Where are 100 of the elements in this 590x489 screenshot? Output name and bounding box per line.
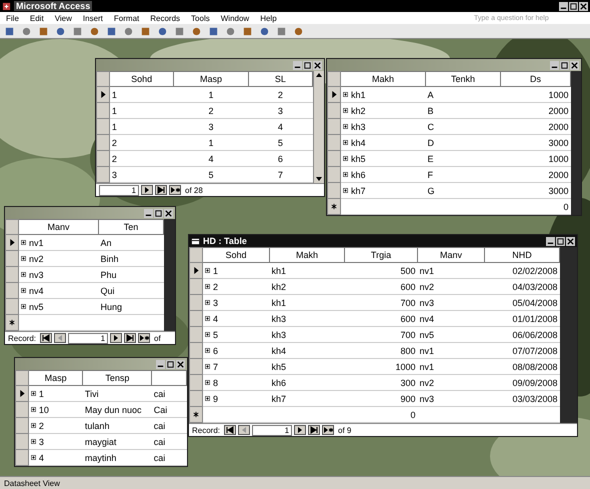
menu-item[interactable]: Window (220, 14, 250, 22)
close-icon[interactable] (579, 2, 588, 10)
close-icon[interactable] (566, 236, 575, 246)
cell-text: kh7 (272, 394, 286, 404)
record-number-field[interactable]: 1 (252, 424, 292, 436)
last-record-button[interactable] (124, 333, 136, 343)
expand-icon[interactable] (205, 396, 210, 402)
column-header[interactable]: Manv (18, 220, 98, 234)
column-header[interactable]: Makh (270, 248, 344, 262)
menu-item[interactable]: Edit (30, 14, 44, 22)
maximize-icon[interactable] (556, 236, 565, 246)
row-selector[interactable] (190, 406, 202, 422)
expand-icon[interactable] (343, 92, 348, 98)
maximize-icon[interactable] (560, 60, 569, 70)
expand-icon[interactable] (205, 332, 210, 338)
expand-icon[interactable] (21, 288, 26, 294)
expand-icon[interactable] (343, 172, 348, 178)
expand-icon[interactable] (205, 316, 210, 322)
column-header[interactable]: Makh (340, 72, 426, 86)
new-record-button[interactable] (138, 333, 150, 343)
maximize-icon[interactable] (303, 60, 312, 70)
previous-record-button[interactable] (54, 333, 66, 343)
minimize-icon[interactable] (546, 236, 555, 246)
row-selector[interactable] (6, 314, 18, 330)
next-record-button[interactable] (294, 425, 306, 435)
current-row-icon (331, 90, 337, 98)
column-header[interactable]: Ten (98, 220, 164, 234)
previous-record-button[interactable] (238, 425, 250, 435)
cell-text: nv3 (29, 270, 44, 280)
minimize-icon[interactable] (293, 60, 302, 70)
cell-text: kh7 (351, 186, 366, 196)
new-record-button[interactable] (322, 425, 334, 435)
expand-icon[interactable] (343, 188, 348, 194)
column-header[interactable]: Ds (500, 72, 570, 86)
expand-icon[interactable] (205, 268, 210, 274)
maximize-icon[interactable] (154, 208, 163, 218)
row-selector[interactable] (328, 198, 340, 214)
row-selector[interactable] (6, 234, 18, 250)
row-selector[interactable] (16, 386, 28, 402)
expand-icon[interactable] (205, 284, 210, 290)
expand-icon[interactable] (30, 423, 36, 428)
row-selector[interactable] (190, 262, 202, 278)
menu-item[interactable]: Format (114, 14, 140, 22)
first-record-button[interactable] (224, 425, 236, 435)
row-selector[interactable] (328, 86, 340, 102)
column-header[interactable]: SL (248, 72, 312, 86)
next-record-button[interactable] (141, 185, 153, 195)
maximize-icon[interactable] (569, 2, 578, 10)
column-header[interactable]: Tensp (82, 370, 152, 386)
record-number-field[interactable]: 1 (99, 184, 139, 196)
expand-icon[interactable] (343, 140, 348, 146)
minimize-icon[interactable] (144, 208, 153, 218)
expand-icon[interactable] (205, 348, 210, 354)
last-record-button[interactable] (155, 185, 167, 195)
expand-icon[interactable] (205, 300, 210, 306)
minimize-icon[interactable] (559, 2, 568, 10)
expand-icon[interactable] (343, 108, 348, 114)
close-icon[interactable] (313, 60, 322, 70)
minimize-icon[interactable] (550, 60, 559, 70)
expand-icon[interactable] (343, 156, 348, 162)
menu-item[interactable]: Tools (191, 14, 210, 22)
close-icon[interactable] (176, 360, 185, 368)
first-record-button[interactable] (40, 333, 52, 343)
last-record-button[interactable] (308, 425, 320, 435)
expand-icon[interactable] (30, 439, 36, 444)
record-number-field[interactable]: 1 (68, 332, 108, 344)
expand-icon[interactable] (21, 304, 26, 310)
row-selector[interactable] (96, 86, 110, 102)
menu-item[interactable]: View (54, 14, 72, 22)
menu-item[interactable]: File (6, 14, 19, 22)
expand-icon[interactable] (21, 272, 26, 278)
new-record-button[interactable] (169, 185, 181, 195)
cell-text: 1000 (395, 362, 416, 372)
column-header[interactable]: Tenkh (426, 72, 500, 86)
column-header[interactable]: Masp (28, 370, 83, 386)
close-icon[interactable] (570, 60, 579, 70)
menu-item[interactable]: Records (150, 14, 180, 22)
expand-icon[interactable] (30, 407, 36, 412)
expand-icon[interactable] (343, 124, 348, 130)
menu-item[interactable]: Help (260, 14, 277, 22)
column-header[interactable]: Manv (418, 248, 484, 262)
column-header[interactable]: Trgia (344, 248, 418, 262)
expand-icon[interactable] (30, 455, 36, 460)
next-record-button[interactable] (110, 333, 122, 343)
cell-text: 3 (208, 122, 214, 132)
maximize-icon[interactable] (166, 360, 175, 368)
minimize-icon[interactable] (156, 360, 165, 368)
cell-text: 05/04/2008 (512, 298, 558, 308)
expand-icon[interactable] (21, 240, 26, 246)
column-header[interactable]: NHD (484, 248, 560, 262)
expand-icon[interactable] (21, 256, 26, 262)
expand-icon[interactable] (205, 380, 210, 386)
column-header[interactable]: Masp (174, 72, 248, 86)
menu-item[interactable]: Insert (82, 14, 103, 22)
header-cell[interactable] (152, 370, 186, 386)
close-icon[interactable] (164, 208, 173, 218)
expand-icon[interactable] (30, 391, 36, 396)
column-header[interactable]: Sohd (202, 248, 270, 262)
expand-icon[interactable] (205, 364, 210, 370)
column-header[interactable]: Sohd (109, 72, 174, 86)
